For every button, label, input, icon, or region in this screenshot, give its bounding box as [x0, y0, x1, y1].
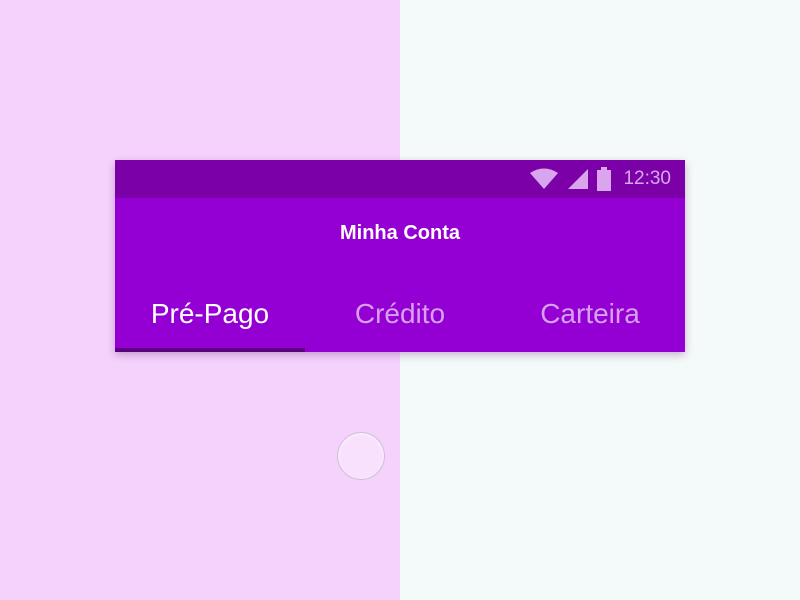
tab-credito[interactable]: Crédito	[305, 288, 495, 352]
battery-icon	[597, 167, 612, 191]
wifi-icon	[529, 168, 559, 190]
app-bar: 12:30 Minha Conta Pré-Pago Crédito Carte…	[115, 160, 685, 352]
status-bar: 12:30	[115, 160, 685, 198]
status-time: 12:30	[623, 168, 671, 189]
status-icons: 12:30	[529, 160, 671, 198]
cellular-signal-icon	[567, 168, 589, 190]
tab-indicator	[115, 348, 305, 352]
tab-bar: Pré-Pago Crédito Carteira	[115, 288, 685, 352]
tab-label: Carteira	[540, 298, 640, 329]
tab-label: Crédito	[354, 298, 446, 329]
tab-carteira[interactable]: Carteira	[495, 288, 685, 352]
tab-label: Pré-Pago	[150, 298, 270, 329]
stage: 12:30 Minha Conta Pré-Pago Crédito Carte…	[0, 0, 800, 600]
tab-pre-pago[interactable]: Pré-Pago	[115, 288, 305, 352]
touch-indicator	[337, 432, 385, 480]
toolbar-title: Minha Conta	[340, 222, 460, 244]
